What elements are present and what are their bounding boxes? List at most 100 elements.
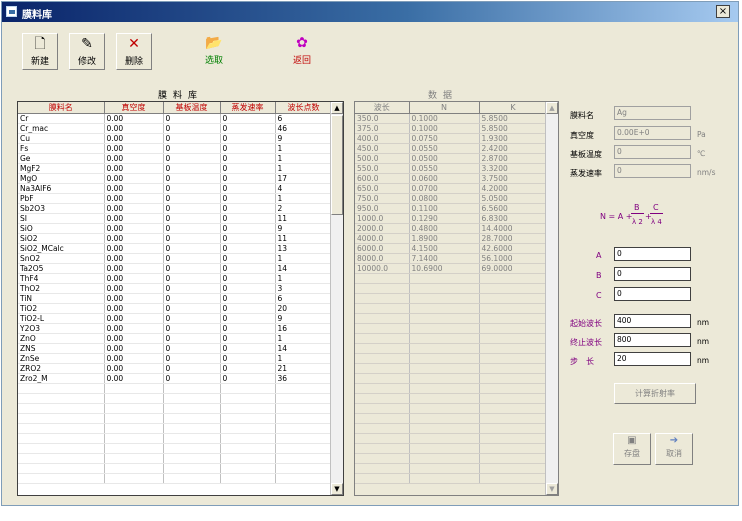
material-row-empty[interactable] [18,463,333,474]
material-row[interactable]: TiO2 0.00 0 0 20 [18,303,333,314]
material-table-scrollbar[interactable]: ▲ ▼ [330,102,343,495]
data-row-empty[interactable] [355,473,548,484]
col-vacuum[interactable]: 真空度 [104,102,164,114]
material-row[interactable]: SiO2_MCalc 0.00 0 0 13 [18,243,333,254]
data-table[interactable]: 波长 N K 350.0 0.1000 5.8500 375.0 0.1000 5.850… [354,101,559,496]
close-button[interactable]: × [716,5,730,18]
data-row-empty[interactable] [355,293,548,304]
material-row[interactable]: SiO 0.00 0 0 9 [18,223,333,234]
data-row-empty[interactable] [355,333,548,344]
scroll-thumb[interactable] [331,115,343,215]
compute-refraction-button[interactable]: 计算折射率 [614,383,696,404]
material-row[interactable]: Zro2_M 0.00 0 0 36 [18,373,333,384]
data-row[interactable]: 750.0 0.0800 5.0500 [355,193,548,204]
data-row-empty[interactable] [355,303,548,314]
material-row[interactable]: Fs 0.00 0 0 1 [18,143,333,154]
material-row-empty[interactable] [18,393,333,404]
material-row[interactable]: ZNS 0.00 0 0 14 [18,343,333,354]
material-row[interactable]: TiN 0.00 0 0 6 [18,293,333,304]
data-row[interactable]: 375.0 0.1000 5.8500 [355,123,548,134]
data-row[interactable]: 400.0 0.0750 1.9300 [355,133,548,144]
col-k[interactable]: K [479,102,548,114]
material-row[interactable]: ZnSe 0.00 0 0 1 [18,353,333,364]
return-button[interactable]: ✿ 返回 [270,33,334,70]
data-row[interactable]: 1000.0 0.1290 6.8300 [355,213,548,224]
data-row-empty[interactable] [355,273,548,284]
material-row-empty[interactable] [18,473,333,484]
col-wavelength-points[interactable]: 波长点数 [275,102,333,114]
data-row-empty[interactable] [355,423,548,434]
material-row[interactable]: Sb2O3 0.00 0 0 2 [18,203,333,214]
data-row-empty[interactable] [355,433,548,444]
data-row[interactable]: 450.0 0.0550 2.4200 [355,143,548,154]
material-row[interactable]: SI 0.00 0 0 11 [18,213,333,224]
data-row-empty[interactable] [355,283,548,294]
data-row-empty[interactable] [355,463,548,474]
data-row[interactable]: 550.0 0.0550 3.3200 [355,163,548,174]
scroll-down-arrow-icon[interactable]: ▼ [331,483,343,495]
step-input[interactable]: 20 [614,352,691,366]
start-wavelength-input[interactable]: 400 [614,314,691,328]
end-wavelength-input[interactable]: 800 [614,333,691,347]
data-row-empty[interactable] [355,403,548,414]
edit-button[interactable]: ✎ 修改 [69,33,105,70]
substrate-temp-field[interactable]: 0 [614,145,691,159]
data-row-empty[interactable] [355,393,548,404]
data-row[interactable]: 6000.0 4.1500 42.6000 [355,243,548,254]
material-row[interactable]: Cr_mac 0.00 0 0 46 [18,123,333,134]
material-row[interactable]: SiO2 0.00 0 0 11 [18,233,333,244]
material-row[interactable]: ZnO 0.00 0 0 1 [18,333,333,344]
coef-b-input[interactable]: 0 [614,267,691,281]
data-row-empty[interactable] [355,453,548,464]
data-row-empty[interactable] [355,343,548,354]
material-row-empty[interactable] [18,423,333,434]
data-row-empty[interactable] [355,353,548,364]
scroll-up-arrow-icon[interactable]: ▲ [331,102,343,114]
material-row[interactable]: MgO 0.00 0 0 17 [18,173,333,184]
new-button[interactable]: 🗋 新建 [22,33,58,70]
data-row-empty[interactable] [355,383,548,394]
delete-button[interactable]: ✕ 删除 [116,33,152,70]
material-row[interactable]: Ta2O5 0.00 0 0 14 [18,263,333,274]
material-row[interactable]: Cu 0.00 0 0 9 [18,133,333,144]
material-row-empty[interactable] [18,383,333,394]
data-row-empty[interactable] [355,323,548,334]
material-row[interactable]: ThO2 0.00 0 0 3 [18,283,333,294]
data-row[interactable]: 950.0 0.1100 6.5600 [355,203,548,214]
data-row-empty[interactable] [355,313,548,324]
data-row[interactable]: 10000.0 10.6900 69.0000 [355,263,548,274]
cancel-button[interactable]: ➔ 取消 [655,433,693,465]
data-row[interactable]: 350.0 0.1000 5.8500 [355,113,548,124]
col-substrate-temp[interactable]: 基板温度 [163,102,221,114]
data-row-empty[interactable] [355,373,548,384]
coef-c-input[interactable]: 0 [614,287,691,301]
material-row[interactable]: MgF2 0.00 0 0 1 [18,163,333,174]
select-button[interactable]: 📂 选取 [182,33,246,70]
col-n[interactable]: N [409,102,480,114]
evap-rate-field[interactable]: 0 [614,164,691,178]
data-row[interactable]: 600.0 0.0600 3.7500 [355,173,548,184]
col-evap-rate[interactable]: 蒸发速率 [220,102,276,114]
col-material-name[interactable]: 膜料名 [18,102,105,114]
material-row[interactable]: TiO2-L 0.00 0 0 9 [18,313,333,324]
material-row[interactable]: SnO2 0.00 0 0 1 [18,253,333,264]
scroll-down-arrow-icon[interactable]: ▼ [546,483,558,495]
material-name-field[interactable]: Ag [614,106,691,120]
vacuum-field[interactable]: 0.00E+0 [614,126,691,140]
data-row[interactable]: 4000.0 1.8900 28.7000 [355,233,548,244]
data-row[interactable]: 650.0 0.0700 4.2000 [355,183,548,194]
material-row-empty[interactable] [18,453,333,464]
material-row-empty[interactable] [18,403,333,414]
data-row[interactable]: 2000.0 0.4800 14.4000 [355,223,548,234]
material-row[interactable]: Na3AlF6 0.00 0 0 4 [18,183,333,194]
data-row-empty[interactable] [355,363,548,374]
data-row-empty[interactable] [355,413,548,424]
material-row[interactable]: ZRO2 0.00 0 0 21 [18,363,333,374]
data-row-empty[interactable] [355,443,548,454]
material-row-empty[interactable] [18,443,333,454]
material-row-empty[interactable] [18,413,333,424]
material-row[interactable]: Cr 0.00 0 0 6 [18,113,333,124]
data-table-scrollbar[interactable]: ▲ ▼ [545,102,558,495]
material-row[interactable]: Ge 0.00 0 0 1 [18,153,333,164]
material-row[interactable]: PbF 0.00 0 0 1 [18,193,333,204]
